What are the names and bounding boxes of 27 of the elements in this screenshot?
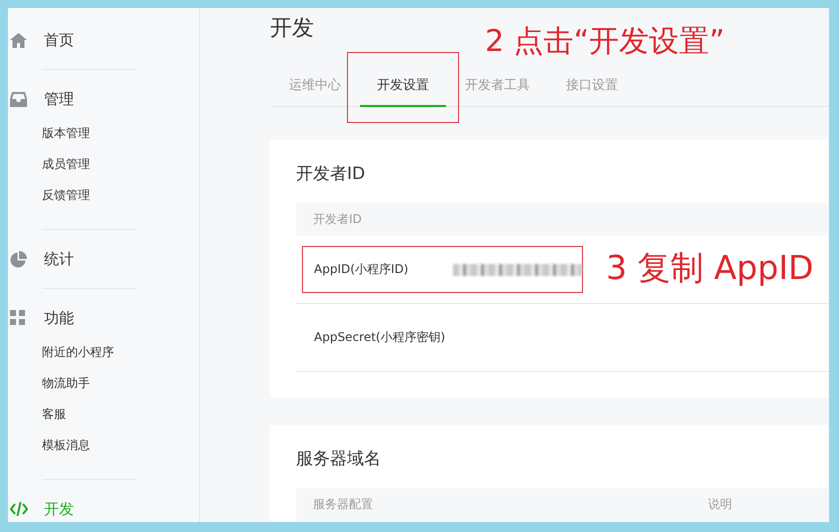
card-title: 开发者ID <box>296 163 366 186</box>
sidebar-subitem[interactable]: 版本管理 <box>42 118 199 149</box>
row-label: AppSecret(小程序密钥) <box>314 329 446 346</box>
card-title: 服务器域名 <box>296 448 381 471</box>
sidebar-subitem[interactable]: 物流助手 <box>42 368 199 399</box>
grid-icon <box>10 310 26 326</box>
sidebar-subitem[interactable]: 客服 <box>42 399 199 430</box>
home-icon <box>10 32 27 48</box>
annotation-text: 3 复制 AppID <box>606 248 814 288</box>
page-title: 开发 <box>270 15 314 43</box>
code-icon <box>10 502 28 516</box>
row-label: AppID(小程序ID) <box>314 261 410 278</box>
column-header: 说明 <box>708 496 732 513</box>
sidebar-subitem[interactable]: 模板消息 <box>42 430 199 461</box>
sidebar-item[interactable]: 管理 <box>44 90 74 108</box>
sidebar-subitem[interactable]: 附近的小程序 <box>42 337 199 368</box>
sidebar-item[interactable]: 首页 <box>44 30 74 50</box>
tab[interactable]: 开发设置 <box>360 65 446 107</box>
sidebar-item[interactable]: 统计 <box>44 250 74 268</box>
sidebar-item[interactable]: 功能 <box>44 308 74 328</box>
sidebar-subitem[interactable]: 反馈管理 <box>42 180 199 211</box>
column-header: 开发者ID <box>313 211 363 228</box>
column-header: 服务器配置 <box>313 496 374 513</box>
sidebar-subitem[interactable]: 成员管理 <box>42 149 199 180</box>
inbox-icon <box>10 92 27 106</box>
pie-chart-icon <box>10 250 27 268</box>
annotation-text: 2 点击“开发设置” <box>485 24 725 60</box>
